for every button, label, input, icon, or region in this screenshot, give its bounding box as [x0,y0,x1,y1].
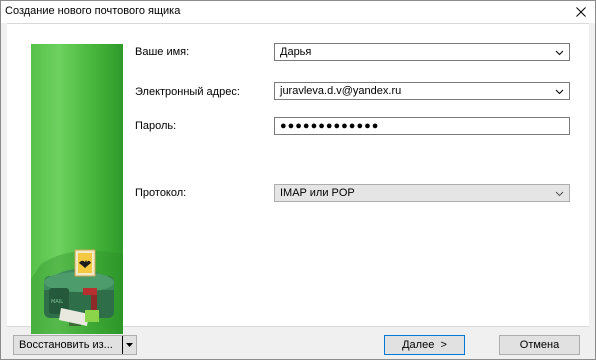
dialog-content: MAIL Ваше имя: Дарья Электронный адрес: [7,23,589,334]
svg-text:MAIL: MAIL [51,299,63,305]
email-combobox[interactable]: juravleva.d.v@yandex.ru [274,82,570,100]
triangle-down-icon [126,343,133,347]
chevron-down-icon [555,50,564,56]
close-button[interactable] [567,1,595,23]
email-label: Электронный адрес: [135,86,240,98]
chevron-down-icon [555,89,564,95]
password-field[interactable]: ●●●●●●●●●●●●● [274,117,570,135]
password-label: Пароль: [135,120,177,132]
green-banner: MAIL [31,44,123,334]
window-title: Создание нового почтового ящика [5,5,181,17]
next-button[interactable]: Далее > [384,335,465,355]
protocol-select[interactable]: IMAP или POP [274,184,570,202]
name-value: Дарья [280,46,312,58]
dialog-window: Создание нового почтового ящика MAIL Ваш… [0,0,596,360]
split-dropdown-arrow[interactable] [122,336,136,354]
mailbox-illustration: MAIL [31,249,123,334]
email-value: juravleva.d.v@yandex.ru [280,85,402,97]
title-bar: Создание нового почтового ящика [1,1,595,23]
chevron-down-icon [555,191,564,197]
protocol-label: Протокол: [135,187,187,199]
restore-button-label: Восстановить из... [19,339,113,351]
protocol-value: IMAP или POP [280,187,355,199]
restore-split-button[interactable]: Восстановить из... [13,335,137,355]
password-value: ●●●●●●●●●●●●● [280,120,380,132]
name-combobox[interactable]: Дарья [274,43,570,61]
name-label: Ваше имя: [135,46,190,58]
close-icon [576,7,586,17]
cancel-button[interactable]: Отмена [499,335,580,355]
